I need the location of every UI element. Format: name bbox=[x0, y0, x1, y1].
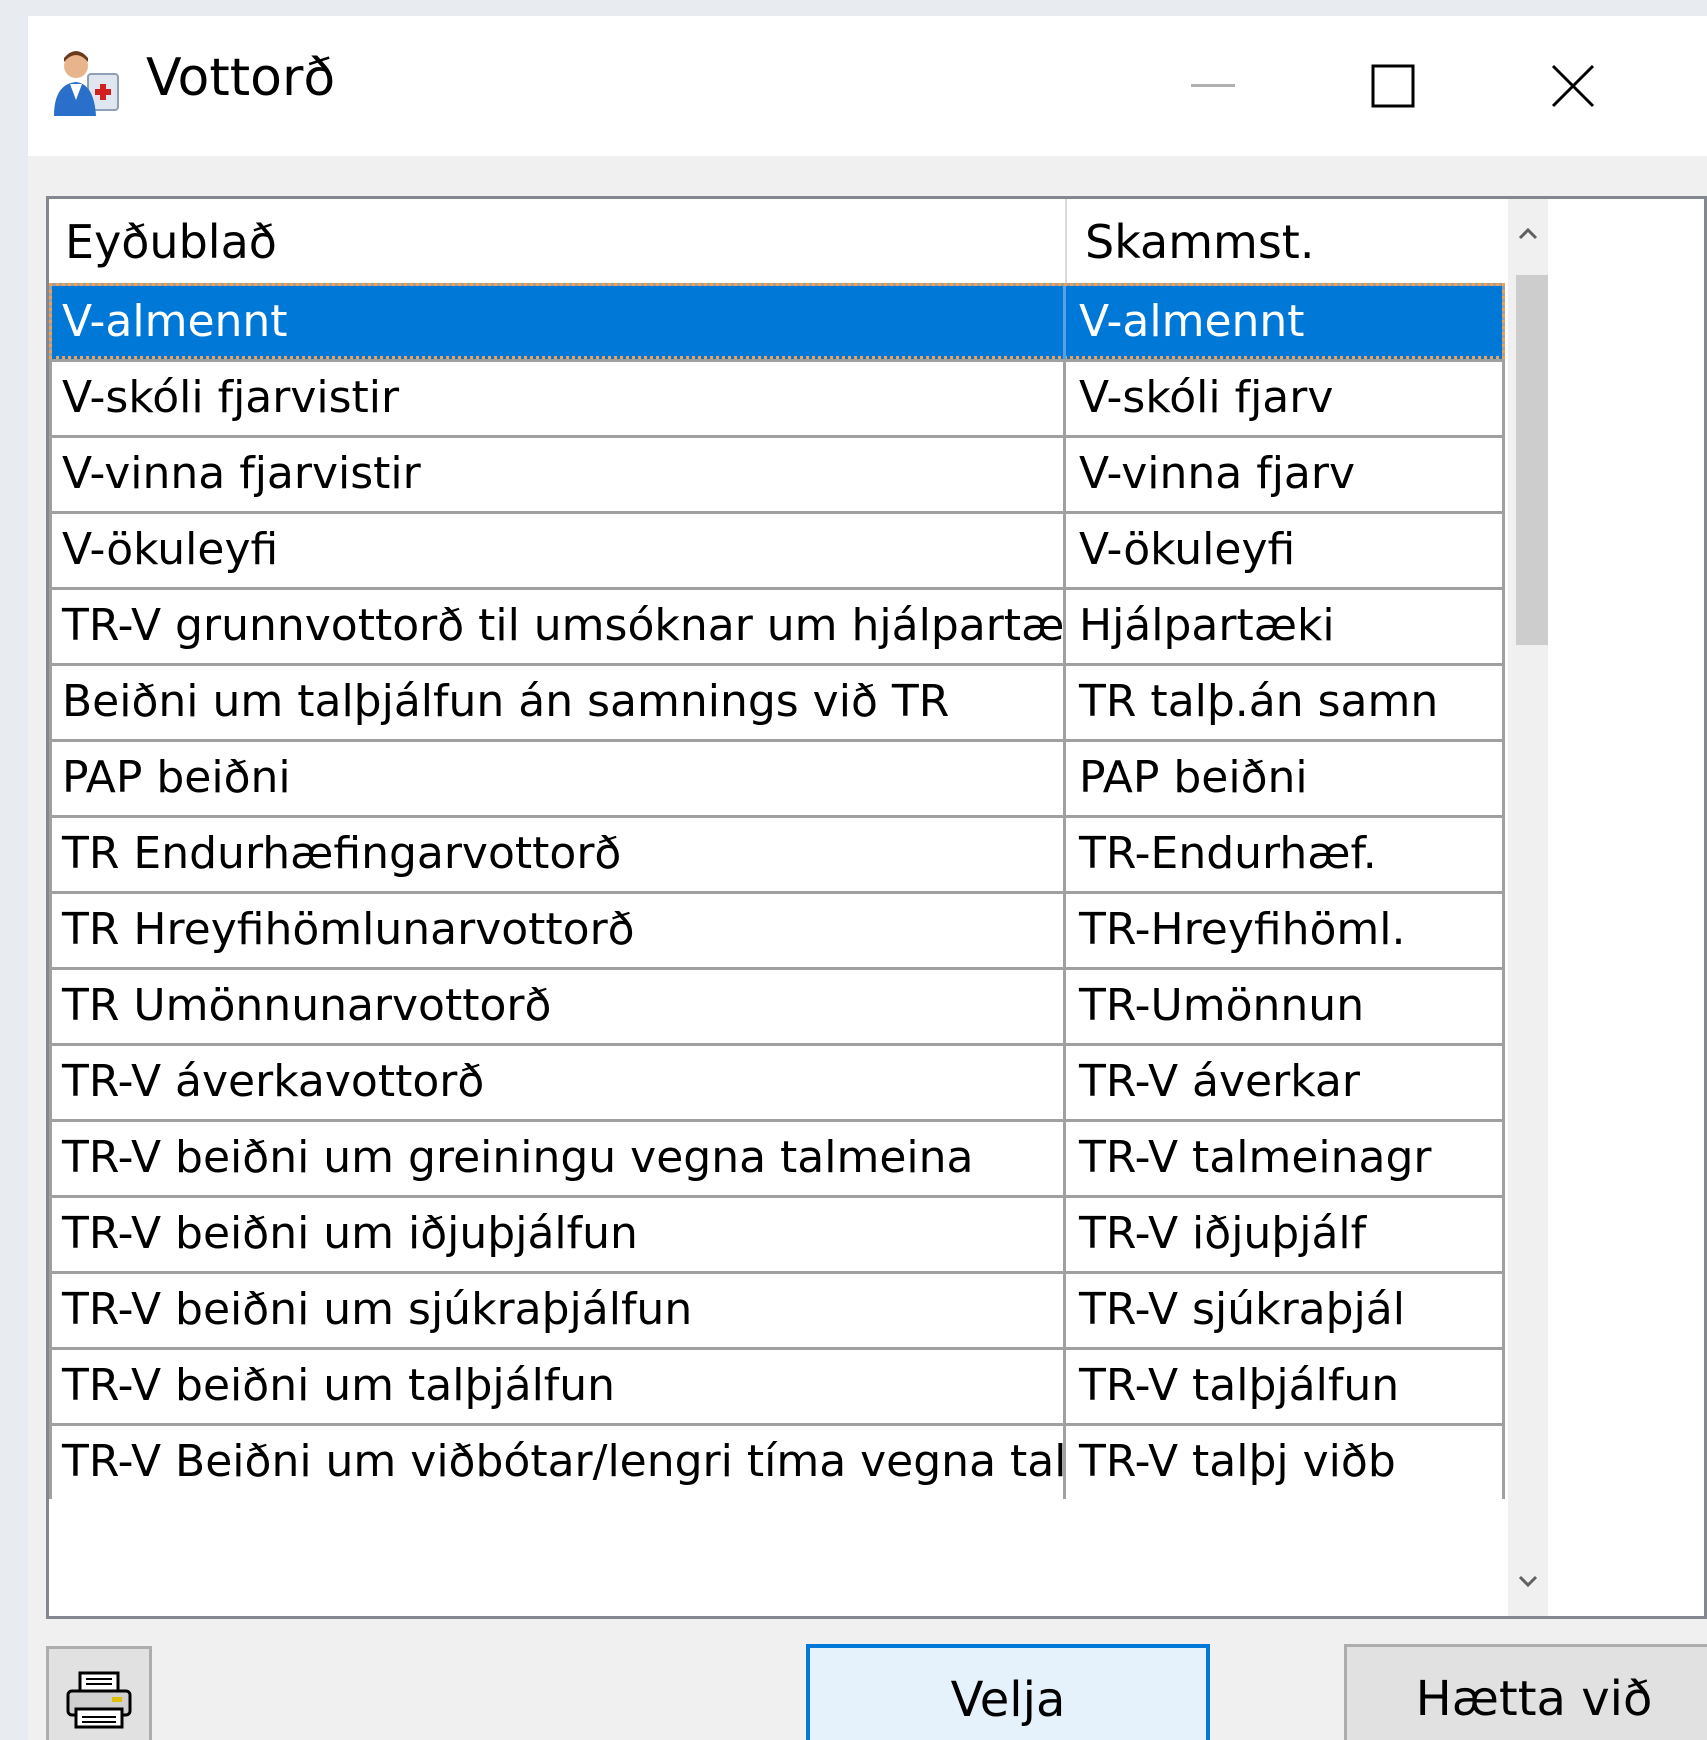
form-cell[interactable]: V-vinna fjarvistir bbox=[52, 438, 1066, 511]
form-cell[interactable]: PAP beiðni bbox=[52, 742, 1066, 815]
select-button-label: Velja bbox=[950, 1672, 1066, 1728]
table-row[interactable]: TR-V áverkavottorð TR-V áverkar bbox=[49, 1043, 1505, 1119]
form-cell[interactable]: TR-V beiðni um sjúkraþjálfun bbox=[52, 1274, 1066, 1347]
table-row[interactable]: PAP beiðni PAP beiðni bbox=[49, 739, 1505, 815]
table-row[interactable]: TR Umönnunarvottorð TR-Umönnun bbox=[49, 967, 1505, 1043]
form-cell[interactable]: V-almennt bbox=[52, 286, 1066, 359]
scroll-thumb[interactable] bbox=[1516, 275, 1548, 645]
close-icon bbox=[1551, 64, 1595, 108]
form-cell[interactable]: TR Umönnunarvottorð bbox=[52, 970, 1066, 1043]
window-title: Vottorð bbox=[146, 48, 336, 108]
table-row[interactable]: TR-V beiðni um iðjuþjálfun TR-V iðjuþjál… bbox=[49, 1195, 1505, 1271]
form-cell[interactable]: TR Endurhæfingarvottorð bbox=[52, 818, 1066, 891]
minimize-icon bbox=[1191, 84, 1235, 87]
column-header-form[interactable]: Eyðublað bbox=[65, 215, 277, 269]
abbreviation-cell[interactable]: TR-V sjúkraþjál bbox=[1069, 1274, 1499, 1347]
abbreviation-cell[interactable]: V-ökuleyfi bbox=[1069, 514, 1499, 587]
abbreviation-cell[interactable]: PAP beiðni bbox=[1069, 742, 1499, 815]
abbreviation-cell[interactable]: TR talþ.án samn bbox=[1069, 666, 1499, 739]
cancel-button-label: Hætta við bbox=[1415, 1671, 1653, 1727]
doctor-person-icon bbox=[54, 51, 119, 116]
form-cell[interactable]: TR-V áverkavottorð bbox=[52, 1046, 1066, 1119]
form-list-grid[interactable]: Eyðublað Skammst. V-almennt V-almennt V-… bbox=[46, 196, 1707, 1619]
form-cell[interactable]: TR-V grunnvottorð til umsóknar um hjálpa… bbox=[52, 590, 1066, 663]
certificate-dialog: Vottorð Eyðublað Skammst. V-almennt V-al… bbox=[28, 16, 1707, 1740]
table-row[interactable]: V-almennt V-almennt bbox=[49, 283, 1505, 359]
cancel-button[interactable]: Hætta við bbox=[1344, 1644, 1707, 1740]
column-header-abbreviation[interactable]: Skammst. bbox=[1085, 215, 1314, 269]
scroll-up-button[interactable] bbox=[1508, 199, 1548, 269]
form-cell[interactable]: Beiðni um talþjálfun án samnings við TR bbox=[52, 666, 1066, 739]
table-row[interactable]: TR Hreyfihömlunarvottorð TR-Hreyfihöml. bbox=[49, 891, 1505, 967]
abbreviation-cell[interactable]: TR-Endurhæf. bbox=[1069, 818, 1499, 891]
form-cell[interactable]: TR Hreyfihömlunarvottorð bbox=[52, 894, 1066, 967]
grid-header: Eyðublað Skammst. bbox=[49, 199, 1689, 283]
close-button[interactable] bbox=[1498, 16, 1648, 156]
abbreviation-cell[interactable]: TR-Hreyfihöml. bbox=[1069, 894, 1499, 967]
column-separator[interactable] bbox=[1065, 199, 1067, 283]
abbreviation-cell[interactable]: TR-V talmeinagr bbox=[1069, 1122, 1499, 1195]
table-row[interactable]: V-ökuleyfi V-ökuleyfi bbox=[49, 511, 1505, 587]
form-cell[interactable]: TR-V beiðni um talþjálfun bbox=[52, 1350, 1066, 1423]
chevron-up-icon bbox=[1518, 228, 1538, 240]
title-bar[interactable]: Vottorð bbox=[28, 16, 1707, 156]
form-cell[interactable]: TR-V Beiðni um viðbótar/lengri tíma vegn… bbox=[52, 1426, 1066, 1499]
chevron-down-icon bbox=[1518, 1575, 1538, 1587]
form-cell[interactable]: V-skóli fjarvistir bbox=[52, 362, 1066, 435]
minimize-button[interactable] bbox=[1138, 16, 1288, 156]
table-row[interactable]: TR-V beiðni um talþjálfun TR-V talþjálfu… bbox=[49, 1347, 1505, 1423]
abbreviation-cell[interactable]: TR-V talþj viðb bbox=[1069, 1426, 1499, 1499]
scroll-down-button[interactable] bbox=[1508, 1546, 1548, 1616]
table-row[interactable]: V-skóli fjarvistir V-skóli fjarv bbox=[49, 359, 1505, 435]
form-cell[interactable]: V-ökuleyfi bbox=[52, 514, 1066, 587]
table-row[interactable]: Beiðni um talþjálfun án samnings við TR … bbox=[49, 663, 1505, 739]
table-row[interactable]: TR-V beiðni um greiningu vegna talmeina … bbox=[49, 1119, 1505, 1195]
grid-rows: V-almennt V-almennt V-skóli fjarvistir V… bbox=[49, 283, 1505, 1499]
table-row[interactable]: TR-V grunnvottorð til umsóknar um hjálpa… bbox=[49, 587, 1505, 663]
abbreviation-cell[interactable]: V-vinna fjarv bbox=[1069, 438, 1499, 511]
table-row[interactable]: V-vinna fjarvistir V-vinna fjarv bbox=[49, 435, 1505, 511]
table-row[interactable]: TR-V beiðni um sjúkraþjálfun TR-V sjúkra… bbox=[49, 1271, 1505, 1347]
abbreviation-cell[interactable]: V-skóli fjarv bbox=[1069, 362, 1499, 435]
maximize-icon bbox=[1371, 64, 1415, 108]
select-button[interactable]: Velja bbox=[806, 1644, 1210, 1740]
print-button[interactable] bbox=[46, 1646, 152, 1740]
printer-icon bbox=[66, 1671, 132, 1729]
table-row[interactable]: TR-V Beiðni um viðbótar/lengri tíma vegn… bbox=[49, 1423, 1505, 1499]
abbreviation-cell[interactable]: TR-V talþjálfun bbox=[1069, 1350, 1499, 1423]
abbreviation-cell[interactable]: Hjálpartæki bbox=[1069, 590, 1499, 663]
maximize-button[interactable] bbox=[1318, 16, 1468, 156]
abbreviation-cell[interactable]: TR-Umönnun bbox=[1069, 970, 1499, 1043]
abbreviation-cell[interactable]: TR-V áverkar bbox=[1069, 1046, 1499, 1119]
abbreviation-cell[interactable]: V-almennt bbox=[1069, 286, 1499, 359]
form-cell[interactable]: TR-V beiðni um greiningu vegna talmeina bbox=[52, 1122, 1066, 1195]
abbreviation-cell[interactable]: TR-V iðjuþjálf bbox=[1069, 1198, 1499, 1271]
form-cell[interactable]: TR-V beiðni um iðjuþjálfun bbox=[52, 1198, 1066, 1271]
table-row[interactable]: TR Endurhæfingarvottorð TR-Endurhæf. bbox=[49, 815, 1505, 891]
vertical-scrollbar[interactable] bbox=[1508, 199, 1548, 1616]
